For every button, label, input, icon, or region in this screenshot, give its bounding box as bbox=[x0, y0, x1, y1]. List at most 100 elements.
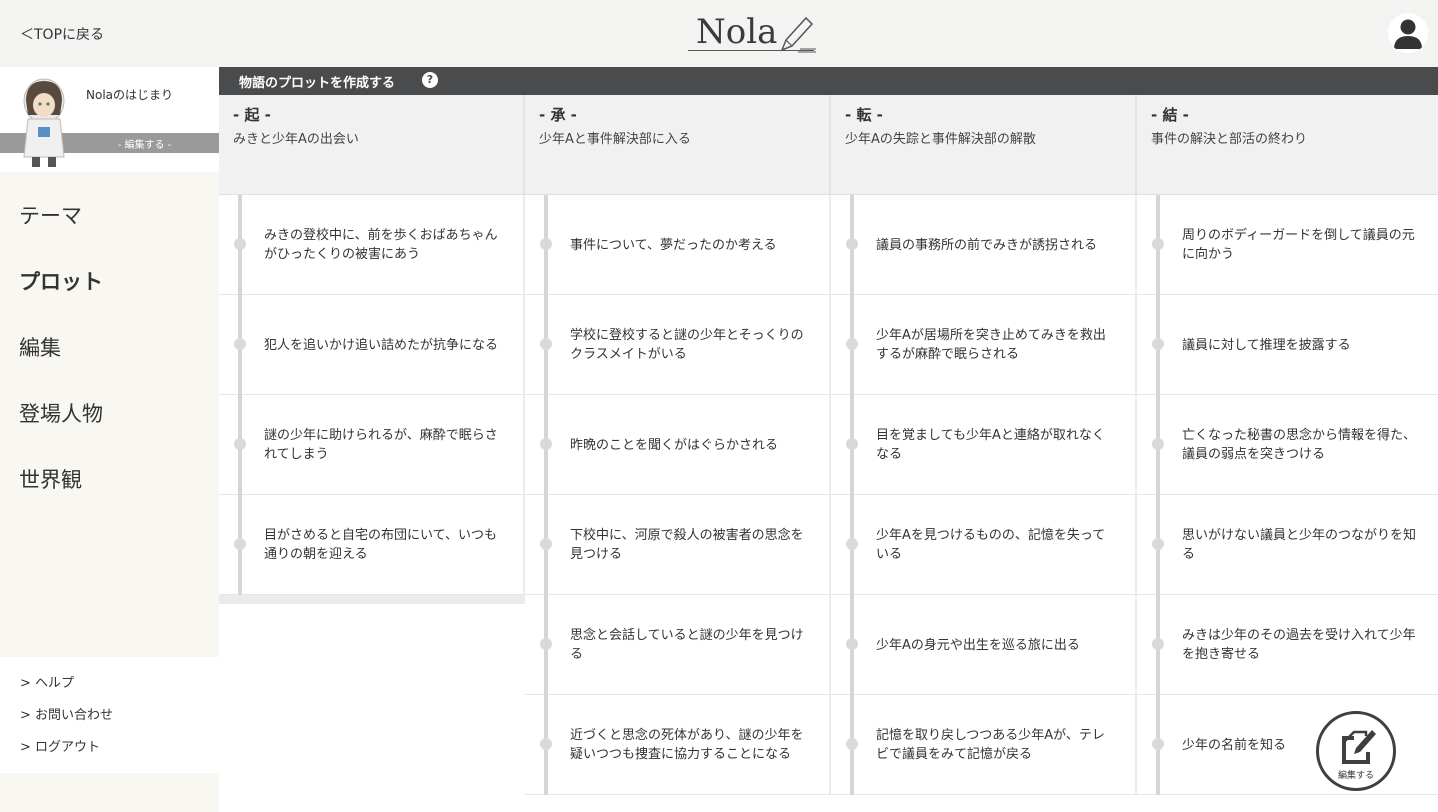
column-subtitle: 少年Aの失踪と事件解決部の解散 bbox=[845, 132, 1036, 147]
plot-card[interactable]: みきは少年のその過去を受け入れて少年を抱き寄せる bbox=[1137, 595, 1438, 695]
card-text: 思いがけない議員と少年のつながりを知る bbox=[1182, 528, 1417, 562]
column-header[interactable]: - 転 - 少年Aの失踪と事件解決部の解散 bbox=[831, 95, 1137, 195]
plot-card[interactable]: 目を覚ましても少年Aと連絡が取れなくなる bbox=[831, 395, 1137, 495]
sidebar-item-edit[interactable]: 編集 bbox=[0, 329, 219, 395]
project-character-thumbnail bbox=[23, 78, 65, 167]
drag-handle-dot[interactable] bbox=[846, 738, 858, 750]
drag-handle-dot[interactable] bbox=[846, 438, 858, 450]
card-text: 目を覚ましても少年Aと連絡が取れなくなる bbox=[876, 428, 1105, 462]
section-bar: 物語のプロットを作成する ? bbox=[219, 67, 1438, 95]
project-card[interactable]: - 編集する - Nolaのはじまり bbox=[0, 67, 219, 172]
card-list: 周りのボディーガードを倒して議員の元に向かう議員に対して推理を披露する亡くなった… bbox=[1137, 195, 1438, 795]
drag-handle-dot[interactable] bbox=[846, 638, 858, 650]
card-text: 周りのボディーガードを倒して議員の元に向かう bbox=[1182, 228, 1415, 262]
plot-column-ki: - 起 - みきと少年Aの出会い みきの登校中に、前を歩くおばあちゃんがひったく… bbox=[219, 95, 525, 812]
plot-card[interactable]: 目がさめると自宅の布団にいて、いつも通りの朝を迎える bbox=[219, 495, 525, 595]
card-text: 議員に対して推理を披露する bbox=[1182, 337, 1351, 353]
logout-link[interactable]: > ログアウト bbox=[0, 736, 219, 768]
drag-handle-dot[interactable] bbox=[540, 738, 552, 750]
plot-card[interactable]: 少年Aの身元や出生を巡る旅に出る bbox=[831, 595, 1137, 695]
card-list: 議員の事務所の前でみきが誘拐される少年Aが居場所を突き止めてみきを救出するが麻酔… bbox=[831, 195, 1137, 795]
drag-handle-dot[interactable] bbox=[1152, 338, 1164, 350]
plot-card[interactable]: 議員に対して推理を披露する bbox=[1137, 295, 1438, 395]
drag-handle-dot[interactable] bbox=[540, 338, 552, 350]
drag-handle-dot[interactable] bbox=[234, 338, 246, 350]
plot-card[interactable]: 近づくと思念の死体があり、謎の少年を疑いつつも捜査に協力することになる bbox=[525, 695, 831, 795]
page-title: 物語のプロットを作成する bbox=[239, 76, 396, 91]
drag-handle-dot[interactable] bbox=[540, 638, 552, 650]
sidebar-item-worldview[interactable]: 世界観 bbox=[0, 461, 219, 527]
drag-handle-dot[interactable] bbox=[234, 438, 246, 450]
card-text: みきは少年のその過去を受け入れて少年を抱き寄せる bbox=[1182, 628, 1416, 662]
drag-handle-dot[interactable] bbox=[846, 238, 858, 250]
drag-handle-dot[interactable] bbox=[846, 338, 858, 350]
plot-card[interactable]: 学校に登校すると謎の少年とそっくりのクラスメイトがいる bbox=[525, 295, 831, 395]
help-icon[interactable]: ? bbox=[422, 72, 438, 88]
card-text: 下校中に、河原で殺人の被害者の思念を見つける bbox=[570, 528, 804, 562]
column-footer bbox=[219, 595, 525, 604]
plot-card[interactable]: 下校中に、河原で殺人の被害者の思念を見つける bbox=[525, 495, 831, 595]
plot-card[interactable]: 思念と会話していると謎の少年を見つける bbox=[525, 595, 831, 695]
plot-card[interactable]: 記憶を取り戻しつつある少年Aが、テレビで議員をみて記憶が戻る bbox=[831, 695, 1137, 795]
nola-logo[interactable]: Nola bbox=[688, 10, 818, 54]
sidebar-nav: テーマ プロット 編集 登場人物 世界観 bbox=[0, 197, 219, 527]
card-text: 議員の事務所の前でみきが誘拐される bbox=[876, 237, 1098, 253]
column-name: - 起 - bbox=[233, 106, 271, 124]
plot-card[interactable]: 昨晩のことを聞くがはぐらかされる bbox=[525, 395, 831, 495]
card-text: 謎の少年に助けられるが、麻酔で眠らされてしまう bbox=[264, 428, 498, 462]
plot-card[interactable]: 思いがけない議員と少年のつながりを知る bbox=[1137, 495, 1438, 595]
card-text: 思念と会話していると謎の少年を見つける bbox=[570, 628, 804, 662]
project-title: Nolaのはじまり bbox=[86, 88, 174, 102]
drag-handle-dot[interactable] bbox=[540, 238, 552, 250]
project-edit-button[interactable]: - 編集する - bbox=[70, 136, 219, 151]
plot-column-sho: - 承 - 少年Aと事件解決部に入る 事件について、夢だったのか考える学校に登校… bbox=[525, 95, 831, 812]
drag-handle-dot[interactable] bbox=[234, 238, 246, 250]
plot-card[interactable]: 亡くなった秘書の思念から情報を得た、議員の弱点を突きつける bbox=[1137, 395, 1438, 495]
drag-handle-dot[interactable] bbox=[1152, 538, 1164, 550]
plot-card[interactable]: 犯人を追いかけ追い詰めたが抗争になる bbox=[219, 295, 525, 395]
drag-handle-dot[interactable] bbox=[1152, 638, 1164, 650]
drag-handle-dot[interactable] bbox=[540, 438, 552, 450]
back-to-top-link[interactable]: ＜TOPに戻る bbox=[20, 24, 104, 44]
card-text: 少年Aの身元や出生を巡る旅に出る bbox=[876, 637, 1080, 653]
card-text: 記憶を取り戻しつつある少年Aが、テレビで議員をみて記憶が戻る bbox=[876, 728, 1105, 762]
sidebar-item-theme[interactable]: テーマ bbox=[0, 197, 219, 263]
plot-card[interactable]: 事件について、夢だったのか考える bbox=[525, 195, 831, 295]
plot-card[interactable]: 少年Aを見つけるものの、記憶を失っている bbox=[831, 495, 1137, 595]
column-header[interactable]: - 結 - 事件の解決と部活の終わり bbox=[1137, 95, 1438, 195]
plot-card[interactable]: 議員の事務所の前でみきが誘拐される bbox=[831, 195, 1137, 295]
drag-handle-dot[interactable] bbox=[1152, 738, 1164, 750]
sidebar: - 編集する - Nolaのはじまり テーマ プロット 編集 登場人物 世界観 … bbox=[0, 67, 219, 812]
help-link[interactable]: > ヘルプ bbox=[0, 672, 219, 704]
pen-icon bbox=[780, 16, 816, 53]
plot-card[interactable]: 少年Aが居場所を突き止めてみきを救出するが麻酔で眠らされる bbox=[831, 295, 1137, 395]
card-text: 目がさめると自宅の布団にいて、いつも通りの朝を迎える bbox=[264, 528, 497, 562]
contact-link[interactable]: > お問い合わせ bbox=[0, 704, 219, 736]
sidebar-footer-links: > ヘルプ > お問い合わせ > ログアウト bbox=[0, 657, 219, 773]
plot-card[interactable]: 周りのボディーガードを倒して議員の元に向かう bbox=[1137, 195, 1438, 295]
card-text: 少年Aを見つけるものの、記憶を失っている bbox=[876, 528, 1106, 562]
column-header[interactable]: - 承 - 少年Aと事件解決部に入る bbox=[525, 95, 831, 195]
drag-handle-dot[interactable] bbox=[1152, 238, 1164, 250]
sidebar-item-characters[interactable]: 登場人物 bbox=[0, 395, 219, 461]
sidebar-item-plot[interactable]: プロット bbox=[0, 263, 219, 329]
card-text: 学校に登校すると謎の少年とそっくりのクラスメイトがいる bbox=[570, 328, 804, 362]
drag-handle-dot[interactable] bbox=[846, 538, 858, 550]
column-subtitle: 事件の解決と部活の終わり bbox=[1151, 132, 1308, 147]
drag-handle-dot[interactable] bbox=[1152, 438, 1164, 450]
card-text: みきの登校中に、前を歩くおばあちゃんがひったくりの被害にあう bbox=[264, 228, 498, 262]
column-subtitle: みきと少年Aの出会い bbox=[233, 132, 359, 147]
plot-card[interactable]: みきの登校中に、前を歩くおばあちゃんがひったくりの被害にあう bbox=[219, 195, 525, 295]
logo-underline bbox=[688, 50, 814, 51]
user-avatar-icon[interactable] bbox=[1388, 13, 1428, 53]
floating-edit-button[interactable]: 編集する bbox=[1316, 711, 1396, 791]
card-list: 事件について、夢だったのか考える学校に登校すると謎の少年とそっくりのクラスメイト… bbox=[525, 195, 831, 795]
drag-handle-dot[interactable] bbox=[540, 538, 552, 550]
edit-note-icon bbox=[1342, 730, 1376, 764]
column-header[interactable]: - 起 - みきと少年Aの出会い bbox=[219, 95, 525, 195]
plot-card[interactable]: 謎の少年に助けられるが、麻酔で眠らされてしまう bbox=[219, 395, 525, 495]
drag-handle-dot[interactable] bbox=[234, 538, 246, 550]
floating-edit-label: 編集する bbox=[1337, 771, 1374, 781]
column-name: - 結 - bbox=[1151, 106, 1189, 124]
logo-text: Nola bbox=[696, 12, 778, 52]
